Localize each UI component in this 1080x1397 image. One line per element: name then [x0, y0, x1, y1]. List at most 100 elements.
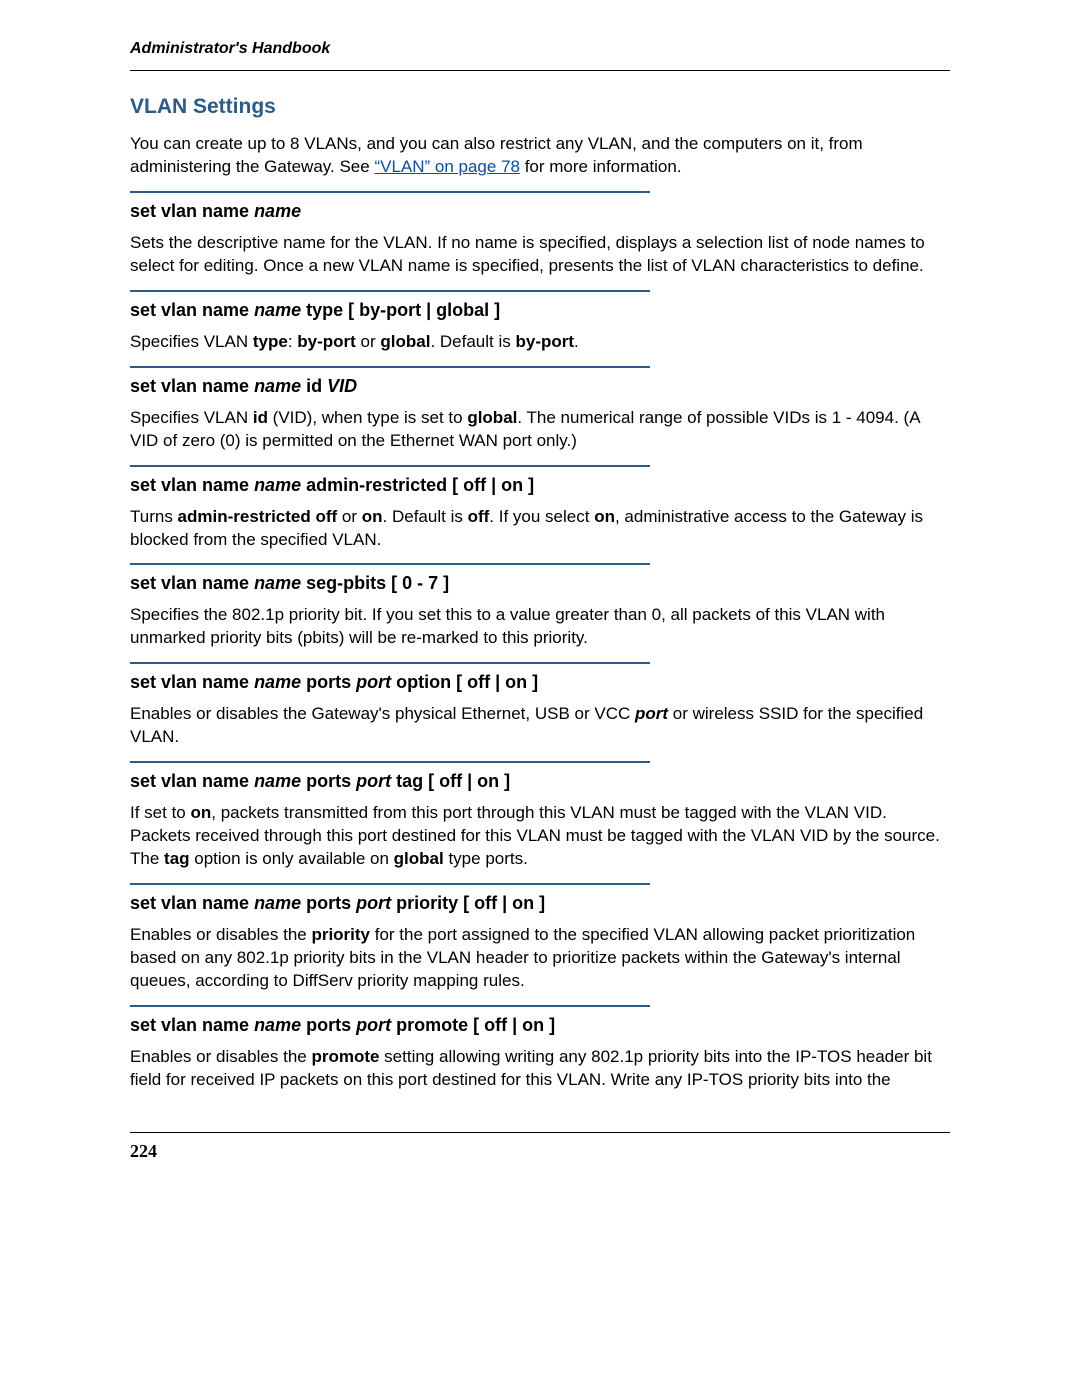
command-heading: set vlan name name admin-restricted [ of…	[130, 475, 950, 496]
command-heading-text: priority [ off | on ]	[391, 893, 545, 913]
command-heading-text: id	[301, 376, 327, 396]
command-heading-text: set vlan name	[130, 1015, 254, 1035]
command-heading-text: name	[254, 376, 301, 396]
command-heading-text: ports	[301, 672, 356, 692]
command-heading: set vlan name name ports port tag [ off …	[130, 771, 950, 792]
command-heading-text: name	[254, 893, 301, 913]
command-description: Specifies VLAN type: by-port or global. …	[130, 331, 950, 354]
command-description-text: off	[468, 507, 490, 526]
command-description-text: Enables or disables the	[130, 1047, 311, 1066]
entry-separator	[130, 761, 650, 763]
entry-separator	[130, 366, 650, 368]
command-heading-text: name	[254, 573, 301, 593]
command-description-text: . Default is	[430, 332, 515, 351]
command-heading-text: tag [ off | on ]	[391, 771, 510, 791]
command-description: Specifies the 802.1p priority bit. If yo…	[130, 604, 950, 650]
command-heading-text: option [ off | on ]	[391, 672, 538, 692]
command-heading-text: name	[254, 672, 301, 692]
page: Administrator's Handbook VLAN Settings Y…	[0, 0, 1080, 1202]
command-description-text: on	[594, 507, 615, 526]
command-heading-text: set vlan name	[130, 201, 254, 221]
entry-separator	[130, 563, 650, 565]
command-description-text: (VID), when type is set to	[268, 408, 467, 427]
command-heading-text: set vlan name	[130, 893, 254, 913]
command-description-text: Enables or disables the	[130, 925, 311, 944]
command-description-text: Turns	[130, 507, 178, 526]
command-heading-text: seg-pbits [ 0 - 7 ]	[301, 573, 449, 593]
command-description: Specifies VLAN id (VID), when type is se…	[130, 407, 950, 453]
command-description-text: global	[380, 332, 430, 351]
command-heading-text: name	[254, 1015, 301, 1035]
command-heading-text: ports	[301, 771, 356, 791]
top-rule	[130, 70, 950, 71]
command-heading: set vlan name name ports port promote [ …	[130, 1015, 950, 1036]
command-heading-text: ports	[301, 893, 356, 913]
command-heading: set vlan name name type [ by-port | glob…	[130, 300, 950, 321]
command-heading: set vlan name name seg-pbits [ 0 - 7 ]	[130, 573, 950, 594]
command-description-text: Specifies the 802.1p priority bit. If yo…	[130, 605, 885, 647]
command-description-text: type ports.	[444, 849, 528, 868]
command-description: Turns admin-restricted off or on. Defaul…	[130, 506, 950, 552]
command-description-text: priority	[311, 925, 370, 944]
command-description: Enables or disables the promote setting …	[130, 1046, 950, 1092]
section-title: VLAN Settings	[130, 95, 950, 119]
command-description-text: Enables or disables the Gateway's physic…	[130, 704, 635, 723]
command-description-text: global	[394, 849, 444, 868]
command-description-text: Specifies VLAN	[130, 408, 253, 427]
command-heading: set vlan name name ports port option [ o…	[130, 672, 950, 693]
command-heading-text: set vlan name	[130, 771, 254, 791]
command-description: Sets the descriptive name for the VLAN. …	[130, 232, 950, 278]
command-description-text: on	[190, 803, 211, 822]
command-heading-text: type [ by-port | global ]	[301, 300, 500, 320]
entries-container: set vlan name name Sets the descriptive n…	[130, 191, 950, 1092]
command-description-text: on	[362, 507, 383, 526]
command-description-text: If set to	[130, 803, 190, 822]
command-description-text: . If you select	[489, 507, 594, 526]
command-description-text: by-port	[297, 332, 356, 351]
command-heading-text: VID	[327, 376, 357, 396]
command-description-text: or	[337, 507, 362, 526]
command-description-text: :	[288, 332, 297, 351]
command-heading-text: set vlan name	[130, 672, 254, 692]
bottom-rule	[130, 1132, 950, 1133]
command-description-text: by-port	[515, 332, 574, 351]
command-description: Enables or disables the priority for the…	[130, 924, 950, 993]
command-description-text: . Default is	[383, 507, 468, 526]
entry-separator	[130, 883, 650, 885]
vlan-crossref-link[interactable]: “VLAN” on page 78	[374, 157, 520, 176]
command-heading-text: promote [ off | on ]	[391, 1015, 555, 1035]
command-heading-text: set vlan name	[130, 376, 254, 396]
command-description-text: type	[253, 332, 288, 351]
command-description-text: Sets the descriptive name for the VLAN. …	[130, 233, 925, 275]
command-heading-text: set vlan name	[130, 300, 254, 320]
command-description-text: admin-restricted off	[178, 507, 338, 526]
command-heading-text: port	[356, 1015, 391, 1035]
command-heading-text: name	[254, 300, 301, 320]
intro-post: for more information.	[520, 157, 682, 176]
command-description: If set to on, packets transmitted from t…	[130, 802, 950, 871]
command-heading-text: port	[356, 893, 391, 913]
command-description-text: .	[574, 332, 579, 351]
intro-paragraph: You can create up to 8 VLANs, and you ca…	[130, 133, 950, 179]
command-heading-text: set vlan name	[130, 475, 254, 495]
entry-separator	[130, 1005, 650, 1007]
command-description-text: promote	[311, 1047, 379, 1066]
command-description-text: Specifies VLAN	[130, 332, 253, 351]
running-head: Administrator's Handbook	[130, 40, 950, 58]
page-number: 224	[130, 1141, 950, 1162]
entry-separator	[130, 191, 650, 193]
command-heading: set vlan name name ports port priority […	[130, 893, 950, 914]
command-heading-text: name	[254, 475, 301, 495]
command-heading-text: name	[254, 201, 301, 221]
command-heading-text: ports	[301, 1015, 356, 1035]
entry-separator	[130, 465, 650, 467]
command-description-text: port	[635, 704, 668, 723]
entry-separator	[130, 290, 650, 292]
command-description: Enables or disables the Gateway's physic…	[130, 703, 950, 749]
command-description-text: option is only available on	[190, 849, 394, 868]
command-description-text: global	[467, 408, 517, 427]
command-heading-text: name	[254, 771, 301, 791]
command-heading-text: port	[356, 672, 391, 692]
entry-separator	[130, 662, 650, 664]
command-heading-text: set vlan name	[130, 573, 254, 593]
